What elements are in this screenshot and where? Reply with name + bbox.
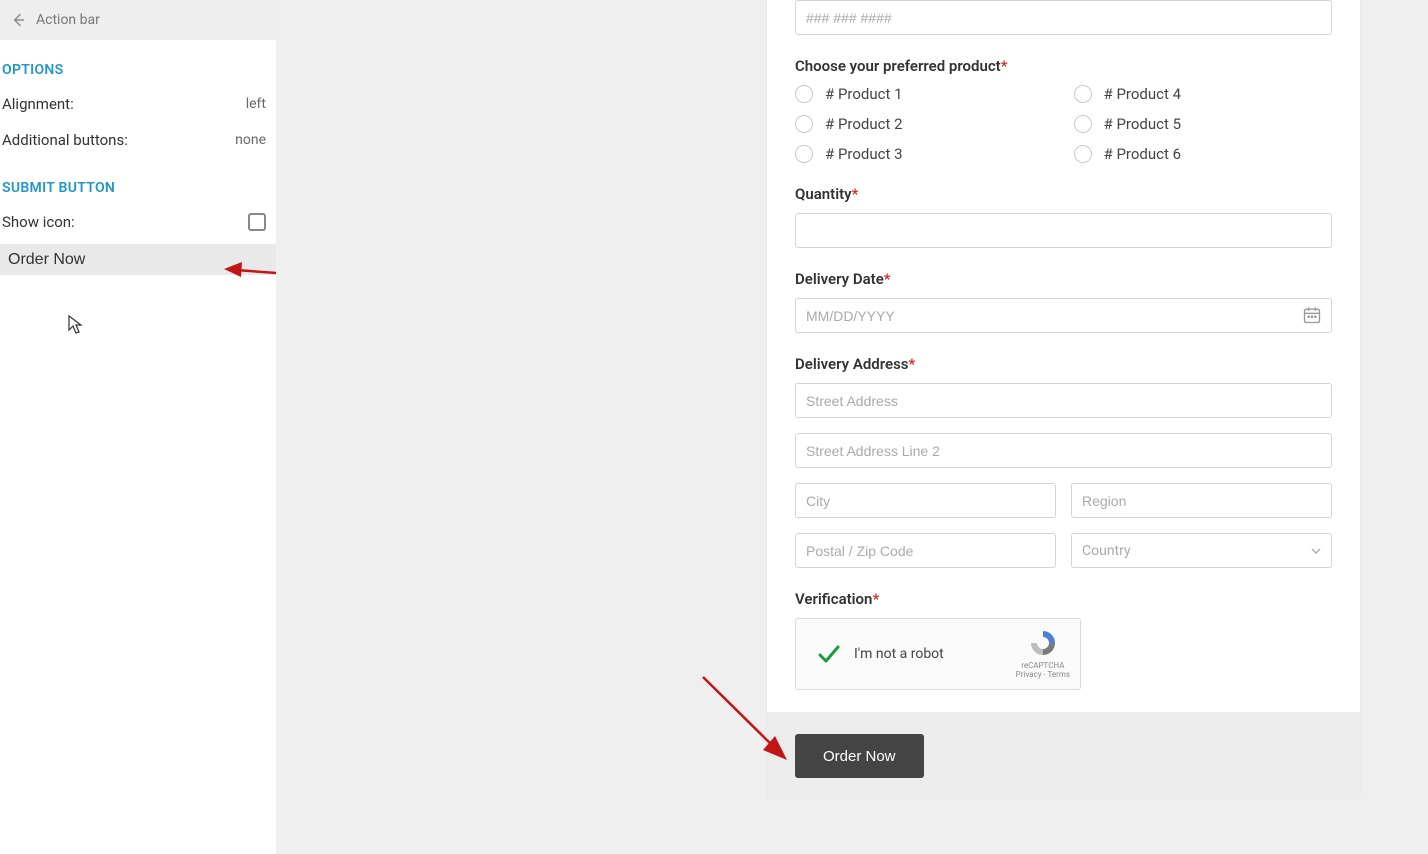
- radio-icon[interactable]: [795, 115, 813, 133]
- address-region-input[interactable]: [1071, 483, 1332, 518]
- quantity-input[interactable]: [795, 213, 1332, 248]
- calendar-icon[interactable]: [1302, 305, 1324, 327]
- delivery-date-field-group: Delivery Date*: [795, 270, 1332, 333]
- radio-icon[interactable]: [1074, 145, 1092, 163]
- form-panel: Choose your preferred product* # Product…: [767, 0, 1360, 796]
- settings-sidebar: Action bar OPTIONS Alignment: left Addit…: [0, 0, 276, 854]
- product-option[interactable]: # Product 3: [795, 145, 1054, 163]
- address-street-input[interactable]: [795, 383, 1332, 418]
- form-action-bar: Order Now: [767, 712, 1360, 800]
- recaptcha-icon: [1028, 628, 1058, 658]
- product-option[interactable]: # Product 4: [1074, 85, 1333, 103]
- alignment-label: Alignment:: [2, 95, 74, 113]
- sidebar-header: Action bar: [0, 0, 276, 40]
- address-country-select[interactable]: Country: [1071, 533, 1332, 568]
- product-label: Choose your preferred product*: [795, 57, 1332, 75]
- section-submit-title: SUBMIT BUTTON: [2, 158, 276, 204]
- alignment-value: left: [246, 96, 266, 112]
- delivery-date-input[interactable]: [795, 298, 1332, 333]
- submit-button-text-input[interactable]: [8, 251, 268, 269]
- radio-icon[interactable]: [1074, 115, 1092, 133]
- captcha-label: I'm not a robot: [854, 646, 1002, 662]
- delivery-address-label: Delivery Address*: [795, 355, 1332, 373]
- phone-field-group: [795, 0, 1332, 35]
- delivery-address-field-group: Delivery Address* Country: [795, 355, 1332, 568]
- show-icon-row: Show icon:: [0, 204, 276, 240]
- product-option[interactable]: # Product 5: [1074, 115, 1333, 133]
- phone-input[interactable]: [795, 0, 1332, 35]
- sidebar-title: Action bar: [36, 12, 100, 28]
- address-street2-input[interactable]: [795, 433, 1332, 468]
- captcha-branding: reCAPTCHA Privacy - Terms: [1016, 628, 1070, 680]
- additional-buttons-value: none: [235, 132, 266, 148]
- product-option[interactable]: # Product 1: [795, 85, 1054, 103]
- product-field-group: Choose your preferred product* # Product…: [795, 57, 1332, 163]
- address-postal-input[interactable]: [795, 533, 1056, 568]
- product-option[interactable]: # Product 2: [795, 115, 1054, 133]
- delivery-date-label: Delivery Date*: [795, 270, 1332, 288]
- additional-buttons-label: Additional buttons:: [2, 131, 128, 149]
- radio-icon[interactable]: [795, 85, 813, 103]
- address-city-input[interactable]: [795, 483, 1056, 518]
- radio-icon[interactable]: [795, 145, 813, 163]
- submit-button-text-row: [0, 244, 276, 275]
- product-option[interactable]: # Product 6: [1074, 145, 1333, 163]
- chevron-down-icon: [1311, 546, 1321, 556]
- alignment-row[interactable]: Alignment: left: [0, 86, 276, 122]
- product-radio-grid: # Product 1 # Product 4 # Product 2 # Pr…: [795, 85, 1332, 163]
- editor-canvas: Choose your preferred product* # Product…: [276, 0, 1428, 854]
- verification-label: Verification*: [795, 590, 1332, 608]
- submit-button[interactable]: Order Now: [795, 734, 924, 778]
- radio-icon[interactable]: [1074, 85, 1092, 103]
- back-arrow-icon[interactable]: [10, 12, 26, 28]
- show-icon-checkbox[interactable]: [248, 213, 266, 231]
- quantity-label: Quantity*: [795, 185, 1332, 203]
- recaptcha-widget[interactable]: I'm not a robot reCAPTCHA Privacy - Term…: [795, 618, 1081, 690]
- section-options-title: OPTIONS: [2, 40, 276, 86]
- additional-buttons-row[interactable]: Additional buttons: none: [0, 122, 276, 158]
- quantity-field-group: Quantity*: [795, 185, 1332, 248]
- checkmark-icon: [816, 642, 840, 666]
- show-icon-label: Show icon:: [2, 213, 75, 231]
- verification-field-group: Verification* I'm not a robot reCAPTCHA …: [795, 590, 1332, 690]
